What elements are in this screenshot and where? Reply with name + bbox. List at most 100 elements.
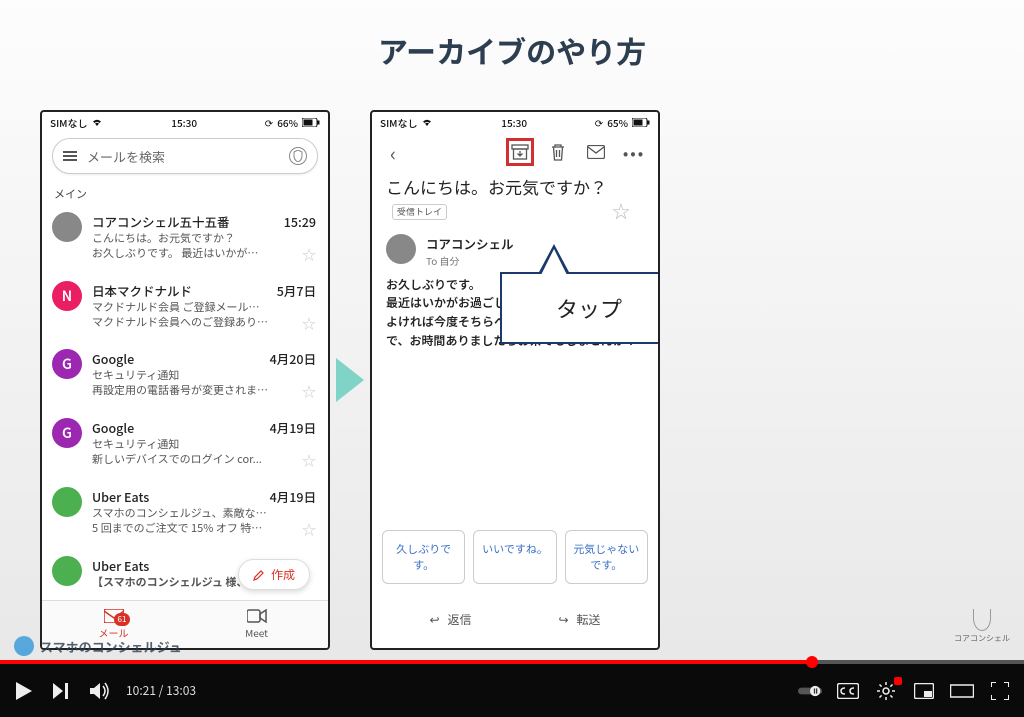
compose-label: 作成 (271, 566, 295, 583)
phone-mail-detail: SIMなし 15:30 ⟳ 65% ‹ (370, 110, 660, 650)
settings-button[interactable] (874, 679, 898, 703)
star-icon[interactable]: ☆ (302, 383, 316, 402)
account-avatar-icon[interactable] (289, 147, 307, 165)
mail-preview: 再設定用の電話番号が変更されま… (92, 383, 268, 402)
star-icon[interactable]: ☆ (612, 199, 630, 223)
miniplayer-button[interactable] (912, 679, 936, 703)
search-bar[interactable]: メールを検索 (52, 138, 318, 174)
time-total: 13:03 (166, 682, 196, 699)
forward-label: 転送 (577, 611, 601, 628)
mail-date: 15:29 (284, 212, 316, 231)
mail-subject: マクドナルド会員 ご登録メール… (92, 300, 316, 315)
battery-percent: 65% (607, 115, 628, 130)
star-icon[interactable]: ☆ (302, 246, 316, 265)
menu-icon[interactable] (63, 151, 77, 161)
mail-subject: こんにちは。お元気ですか？ (92, 231, 316, 246)
progress-bar[interactable] (0, 660, 1024, 664)
phone-inbox: SIMなし 15:30 ⟳ 66% メールを検索 (40, 110, 330, 650)
reply-button[interactable]: ↩ 返信 (386, 601, 515, 638)
mail-item[interactable]: コアコンシェル五十五番 15:29 こんにちは。お元気ですか？ お久しぶりです。 … (42, 204, 328, 273)
back-icon[interactable]: ‹ (382, 134, 404, 171)
mail-subject: セキュリティ通知 (92, 368, 316, 383)
watermark-icon (973, 609, 991, 631)
status-bar: SIMなし 15:30 ⟳ 65% (372, 112, 658, 132)
reply-forward-row: ↩ 返信 ↪ 転送 (372, 601, 658, 638)
fullscreen-button[interactable] (988, 679, 1012, 703)
reply-label: 返信 (448, 611, 472, 628)
mail-item[interactable]: N 日本マクドナルド 5月7日 マクドナルド会員 ご登録メール… マクドナルド会員… (42, 273, 328, 342)
wifi-icon (91, 117, 103, 127)
mail-item[interactable]: G Google4月19日 セキュリティ通知 新しいデバイスでのログイン cor… (42, 410, 328, 479)
archive-icon[interactable] (506, 138, 534, 166)
mail-date: 5月7日 (277, 281, 316, 300)
mark-unread-icon[interactable] (582, 138, 610, 166)
mail-subject: セキュリティ通知 (92, 437, 316, 452)
forward-icon: ↪ (558, 611, 568, 628)
star-icon[interactable]: ☆ (302, 452, 316, 471)
more-icon[interactable]: ••• (620, 138, 648, 166)
quick-replies: 久しぶりです。 いいですね。 元気じゃないです。 (372, 524, 658, 590)
next-button[interactable] (50, 679, 74, 703)
sender-avatar (52, 212, 82, 242)
forward-button[interactable]: ↪ 転送 (515, 601, 644, 638)
sender-name: Uber Eats (92, 556, 149, 575)
mail-date: 4月20日 (270, 349, 316, 368)
trash-icon[interactable] (544, 138, 572, 166)
carrier-label: SIMなし (50, 115, 87, 130)
channel-name: スマホのコンシェルジュ (40, 637, 182, 656)
time-current: 10:21 (126, 682, 156, 699)
play-button[interactable] (12, 679, 36, 703)
star-icon[interactable]: ☆ (302, 315, 316, 334)
watermark: コアコンシェル (954, 609, 1010, 644)
quick-reply-button[interactable]: 元気じゃないです。 (565, 530, 648, 584)
inbox-chip: 受信トレイ (392, 204, 447, 220)
mail-detail-topbar: ‹ ••• (372, 132, 658, 172)
sender-avatar: G (52, 418, 82, 448)
quick-reply-button[interactable]: 久しぶりです。 (382, 530, 465, 584)
sender-avatar: N (52, 281, 82, 311)
theater-button[interactable] (950, 679, 974, 703)
sender-name: Google (92, 349, 134, 368)
sender-name: 日本マクドナルド (92, 281, 192, 300)
battery-icon (302, 118, 320, 127)
star-icon[interactable]: ☆ (302, 521, 316, 540)
pencil-icon (253, 569, 265, 581)
tab-meet-label: Meet (245, 625, 268, 640)
sender-name: コアコンシェル (426, 234, 514, 253)
battery-icon (632, 118, 650, 127)
mail-preview: お久しぶりです。 最近はいかが… (92, 246, 258, 265)
tap-callout: タップ (500, 272, 660, 344)
channel-overlay: スマホのコンシェルジュ (14, 636, 182, 656)
tab-meet[interactable]: Meet (185, 601, 328, 648)
wifi-icon (421, 117, 433, 127)
reply-icon: ↩ (429, 611, 439, 628)
unread-badge: 61 (114, 613, 131, 626)
clock: 15:30 (501, 115, 527, 130)
mail-preview: 5 回までのご注文で 15% オフ 特… (92, 521, 262, 540)
mail-list: コアコンシェル五十五番 15:29 こんにちは。お元気ですか？ お久しぶりです。 … (42, 204, 328, 598)
video-frame: アーカイブのやり方 SIMなし 15:30 ⟳ 66% (0, 0, 1024, 660)
mail-icon: 61 (104, 609, 124, 623)
sender-name: Uber Eats (92, 487, 149, 506)
sender-name: コアコンシェル五十五番 (92, 212, 230, 231)
status-bar: SIMなし 15:30 ⟳ 66% (42, 112, 328, 132)
mail-item[interactable]: Uber Eats4月19日 スマホのコンシェルジュ、素敵な… 5 回までのご注… (42, 479, 328, 548)
progress-thumb[interactable] (806, 656, 818, 668)
mail-item[interactable]: G Google4月20日 セキュリティ通知 再設定用の電話番号が変更されま…☆ (42, 341, 328, 410)
mail-subject: こんにちは。お元気ですか？ 受信トレイ ☆ (372, 172, 658, 222)
quick-reply-button[interactable]: いいですね。 (473, 530, 556, 584)
sender-name: Google (92, 418, 134, 437)
time-display: 10:21 / 13:03 (126, 682, 196, 699)
captions-button[interactable] (836, 679, 860, 703)
player-controls: 10:21 / 13:03 (0, 664, 1024, 717)
mail-subject-text: こんにちは。お元気ですか？ (386, 174, 607, 199)
sender-row: コアコンシェル To 自分 (372, 222, 612, 272)
compose-button[interactable]: 作成 (238, 559, 310, 590)
inbox-section-label: メイン (42, 180, 328, 204)
autoplay-toggle[interactable] (798, 679, 822, 703)
volume-button[interactable] (88, 679, 112, 703)
channel-icon (14, 636, 34, 656)
loading-icon: ⟳ (595, 115, 603, 130)
mail-preview: マクドナルド会員へのご登録あり… (92, 315, 268, 334)
search-placeholder: メールを検索 (87, 147, 165, 166)
